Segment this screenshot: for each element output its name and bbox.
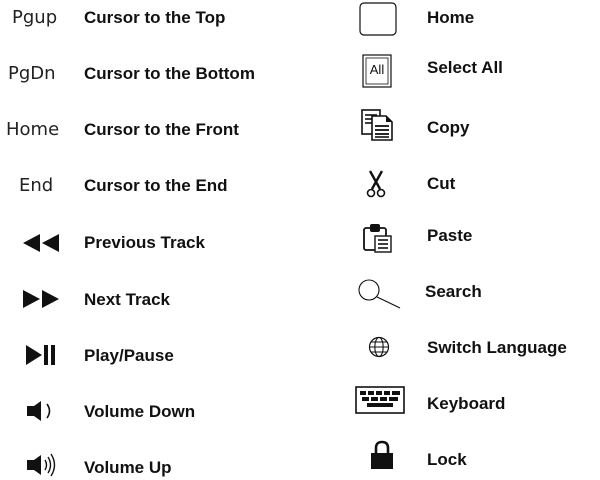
copy-icon (361, 109, 393, 141)
desc-volume-up: Volume Up (84, 458, 172, 477)
key-label-end: End (19, 175, 54, 196)
desc-volume-down: Volume Down (84, 402, 196, 421)
desc-switch-language: Switch Language (427, 338, 567, 357)
desc-previous-track: Previous Track (84, 233, 205, 252)
select-all-icon-text: All (369, 62, 385, 77)
clipboard-icon (363, 224, 392, 253)
keyboard-icon (355, 386, 405, 414)
desc-play-pause: Play/Pause (84, 346, 174, 365)
home-key-icon (359, 2, 397, 36)
globe-icon (368, 336, 390, 358)
previous-track-icon (23, 234, 59, 252)
lock-icon (371, 440, 393, 469)
key-label-pgdn: PgDn (8, 63, 56, 84)
desc-next-track: Next Track (84, 290, 170, 309)
next-track-icon (23, 290, 59, 308)
key-label-pgup: Pgup (12, 7, 58, 28)
play-pause-icon (26, 345, 55, 365)
search-icon (358, 279, 401, 309)
key-label-home: Home (6, 119, 60, 140)
volume-up-icon (27, 453, 56, 477)
desc-select-all: Select All (427, 58, 503, 77)
select-all-icon: All (362, 54, 392, 88)
desc-keyboard: Keyboard (427, 394, 506, 413)
desc-cursor-top: Cursor to the Top (84, 8, 226, 27)
desc-cursor-end: Cursor to the End (84, 176, 228, 195)
desc-search: Search (425, 282, 482, 301)
volume-down-icon (27, 401, 51, 421)
desc-paste: Paste (427, 226, 473, 245)
scissors-icon (366, 170, 386, 198)
desc-copy: Copy (427, 118, 470, 137)
desc-cursor-front: Cursor to the Front (84, 120, 239, 139)
desc-cut: Cut (427, 174, 456, 193)
desc-home: Home (427, 8, 475, 27)
desc-lock: Lock (427, 450, 467, 469)
desc-cursor-bottom: Cursor to the Bottom (84, 64, 255, 83)
